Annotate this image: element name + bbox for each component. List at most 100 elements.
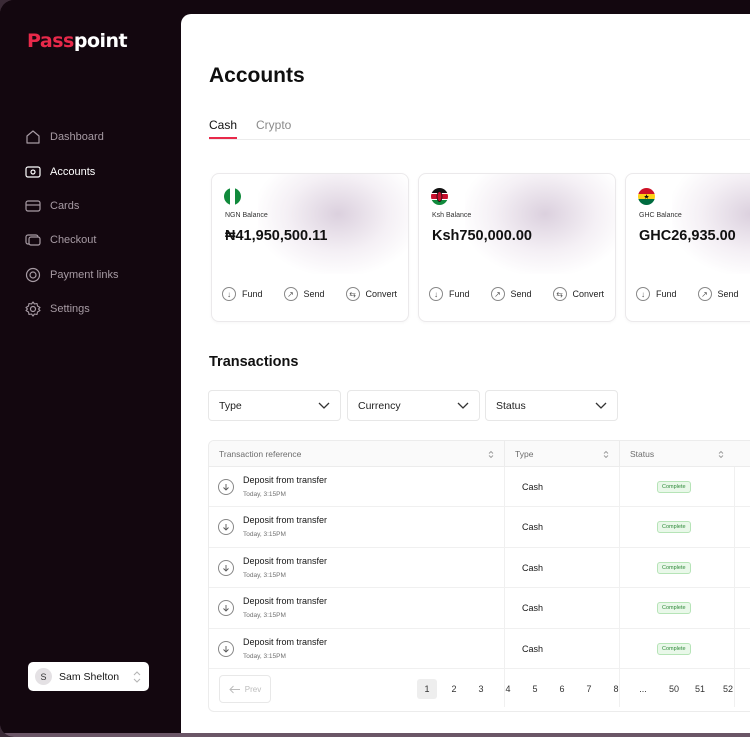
sidebar-item-cards[interactable]: Cards — [24, 189, 174, 223]
type-filter-dropdown[interactable]: Type — [208, 390, 341, 421]
page-button[interactable]: 3 — [471, 679, 491, 699]
balance-card-ngn: NGN Balance ₦41,950,500.11 ↓ Fund ↗ Send ⇆… — [211, 173, 409, 322]
page-button[interactable]: 1 — [417, 679, 437, 699]
currency-filter-dropdown[interactable]: Currency — [347, 390, 480, 421]
page-button[interactable]: 52 — [718, 679, 738, 699]
transaction-time: Today, 3:15PM — [243, 571, 286, 579]
chevron-down-icon — [318, 402, 330, 409]
transactions-title: Transactions — [209, 354, 299, 370]
balance-label: Ksh Balance — [432, 212, 472, 219]
chevron-down-icon — [595, 402, 607, 409]
pagination: Prev 1 2 3 4 5 6 7 8 ... 50 51 52 — [209, 667, 750, 711]
page-title: Accounts — [209, 64, 305, 87]
user-name: Sam Shelton — [59, 670, 120, 683]
sidebar-item-label: Checkout — [50, 234, 97, 247]
arrow-down-icon: ↓ — [222, 287, 236, 301]
page-button[interactable]: 2 — [444, 679, 464, 699]
table-row[interactable]: Deposit from transfer Today, 3:15PM Cash… — [209, 588, 750, 629]
sidebar-item-dashboard[interactable]: Dashboard — [24, 120, 174, 154]
tab-cash[interactable]: Cash — [209, 118, 238, 139]
passpoint-logo[interactable]: Passpoint — [27, 30, 128, 52]
page-button[interactable]: 6 — [552, 679, 572, 699]
status-filter-dropdown[interactable]: Status — [485, 390, 618, 421]
tab-crypto[interactable]: Crypto — [256, 118, 291, 137]
app-window: Passpoint Dashboard Accounts Cards Check… — [0, 0, 750, 737]
arrow-up-right-icon: ↗ — [283, 287, 298, 301]
fund-button[interactable]: ↓ Fund — [636, 287, 677, 301]
table-row[interactable]: Deposit from transfer Today, 3:15PM Cash… — [209, 629, 750, 669]
prev-page-button[interactable]: Prev — [219, 675, 271, 703]
send-button[interactable]: ↗ Send — [697, 287, 739, 301]
transactions-table: Transaction reference Type Status Deposi… — [208, 440, 750, 712]
page-button[interactable]: 7 — [579, 679, 599, 699]
table-header: Transaction reference Type Status — [209, 441, 750, 467]
transaction-type: Cash — [522, 643, 544, 654]
transaction-description: Deposit from transfer — [243, 596, 328, 607]
transaction-time: Today, 3:15PM — [243, 612, 286, 620]
page-button[interactable]: 5 — [525, 679, 545, 699]
send-button[interactable]: ↗ Send — [283, 287, 325, 301]
deposit-arrow-icon — [218, 640, 234, 657]
sidebar: Passpoint Dashboard Accounts Cards Check… — [0, 0, 180, 737]
convert-button[interactable]: ⇆ Convert — [552, 287, 604, 301]
balance-label: GHC Balance — [639, 212, 682, 219]
column-header-status[interactable]: Status — [619, 441, 734, 467]
swap-icon: ⇆ — [552, 287, 567, 301]
transaction-time: Today, 3:15PM — [243, 531, 286, 539]
status-badge: Complete — [657, 642, 691, 655]
sort-icon — [488, 450, 494, 458]
status-badge: Complete — [657, 481, 691, 493]
sidebar-item-label: Cards — [50, 199, 80, 212]
deposit-arrow-icon — [218, 519, 234, 536]
main-panel: Accounts Cash Crypto NGN Balance ₦41,950… — [181, 14, 750, 735]
status-badge: Complete — [657, 521, 691, 534]
table-row[interactable]: Deposit from transfer Today, 3:15PM Cash… — [209, 548, 750, 589]
arrow-up-right-icon: ↗ — [490, 287, 505, 301]
sidebar-item-checkout[interactable]: Checkout — [24, 223, 174, 257]
sidebar-item-settings[interactable]: Settings — [24, 292, 174, 326]
transaction-type: Cash — [522, 562, 544, 573]
table-row[interactable]: Deposit from transfer Today, 3:15PM Cash… — [209, 467, 750, 508]
arrow-down-icon: ↓ — [429, 287, 443, 301]
balance-card-ghc: GHC Balance GHC26,935.00 ↓ Fund ↗ Send — [625, 173, 750, 322]
column-header-reference[interactable]: Transaction reference — [209, 441, 504, 467]
transaction-description: Deposit from transfer — [243, 636, 328, 647]
transaction-time: Today, 3:15PM — [243, 652, 286, 660]
deposit-arrow-icon — [218, 600, 234, 617]
kenya-flag-icon — [431, 188, 448, 205]
transaction-type: Cash — [522, 603, 544, 614]
transaction-description: Deposit from transfer — [243, 475, 328, 485]
sort-icon — [718, 450, 724, 458]
fund-button[interactable]: ↓ Fund — [429, 287, 470, 301]
transaction-time: Today, 3:15PM — [243, 491, 286, 498]
avatar: S — [35, 668, 52, 685]
balance-amount: ₦41,950,500.11 — [225, 228, 328, 244]
arrow-down-icon: ↓ — [636, 287, 650, 301]
sidebar-item-label: Dashboard — [50, 131, 104, 144]
page-button[interactable]: 4 — [498, 679, 518, 699]
balance-label: NGN Balance — [225, 212, 268, 219]
table-row[interactable]: Deposit from transfer Today, 3:15PM Cash… — [209, 507, 750, 548]
column-header-type[interactable]: Type — [504, 441, 619, 467]
wallet-icon — [25, 165, 41, 178]
chevron-updown-icon — [133, 670, 141, 683]
sidebar-item-accounts[interactable]: Accounts — [24, 154, 174, 188]
arrow-left-icon — [229, 685, 240, 693]
user-switcher[interactable]: S Sam Shelton — [28, 662, 149, 691]
status-badge: Complete — [657, 602, 691, 615]
convert-button[interactable]: ⇆ Convert — [345, 287, 397, 301]
sidebar-item-payment-links[interactable]: Payment links — [24, 258, 174, 292]
transaction-type: Cash — [522, 522, 544, 533]
send-button[interactable]: ↗ Send — [490, 287, 532, 301]
fund-button[interactable]: ↓ Fund — [222, 287, 263, 301]
page-button[interactable]: 8 — [606, 679, 626, 699]
link-icon — [25, 267, 41, 282]
arrow-up-right-icon: ↗ — [697, 287, 712, 301]
ghana-flag-icon — [638, 188, 655, 205]
deposit-arrow-icon — [218, 479, 234, 495]
page-button[interactable]: 50 — [664, 679, 684, 699]
balance-card-ksh: Ksh Balance Ksh750,000.00 ↓ Fund ↗ Send ⇆ C… — [418, 173, 616, 322]
sidebar-nav: Dashboard Accounts Cards Checkout Paymen… — [24, 120, 174, 326]
page-button[interactable]: 51 — [690, 679, 710, 699]
deposit-arrow-icon — [218, 559, 234, 576]
